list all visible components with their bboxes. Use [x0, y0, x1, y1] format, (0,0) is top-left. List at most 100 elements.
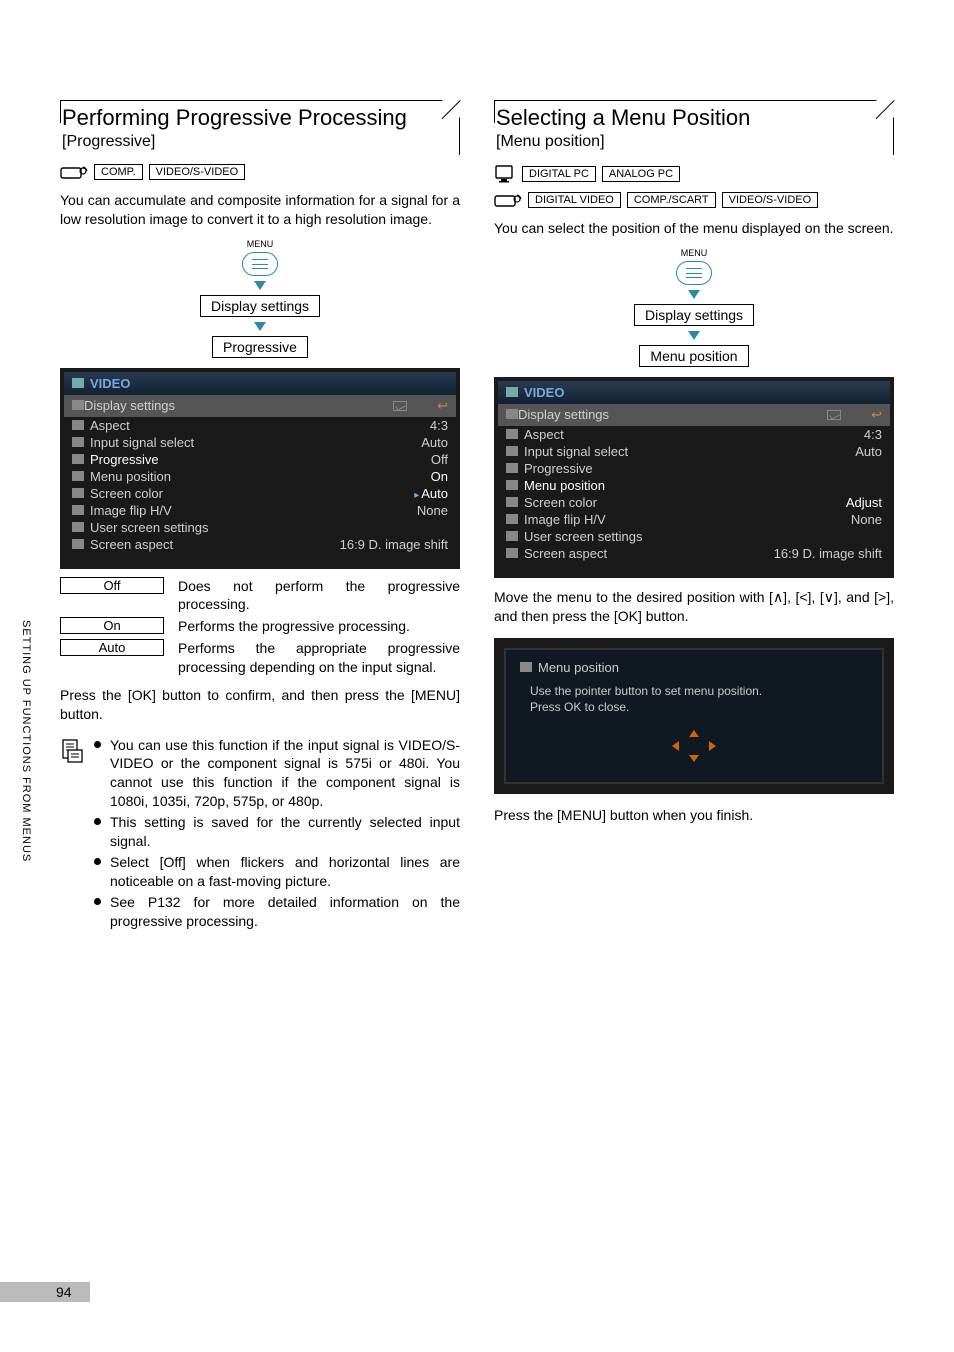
osd-row-label: Aspect	[72, 418, 130, 433]
osd-row-value: None	[417, 503, 448, 518]
info-note-item: You can use this function if the input s…	[94, 736, 460, 812]
tag-digital-video: DIGITAL VIDEO	[528, 192, 621, 208]
tag-video-svideo: VIDEO/S-VIDEO	[722, 192, 819, 208]
arrow-down-icon	[688, 331, 700, 340]
osd-row: Progressive Off	[64, 451, 456, 468]
option-row: OffDoes not perform the progressive proc…	[60, 577, 460, 613]
section-subtitle: [Menu position]	[494, 133, 893, 151]
osd-row-icon	[506, 446, 518, 456]
menu-button-label: MENU	[247, 239, 274, 249]
osd-row: Menu position	[498, 477, 890, 494]
option-label: On	[60, 617, 164, 634]
osd-adjust-panel: Menu position Use the pointer button to …	[494, 638, 894, 795]
osd-header: VIDEO	[64, 372, 456, 395]
info-note-item: This setting is saved for the currently …	[94, 813, 460, 851]
osd-row-label: Aspect	[506, 427, 564, 442]
osd-arrow-pad	[520, 730, 868, 762]
osd-row-label: Input signal select	[506, 444, 628, 459]
osd-row-value: Auto	[855, 444, 882, 459]
osd-section-label: Display settings	[84, 398, 175, 413]
osd-row-value: Auto	[414, 486, 448, 501]
osd-row: Screen aspect16:9 D. image shift	[498, 545, 890, 562]
osd-row-icon	[506, 463, 518, 473]
reset-icon	[393, 401, 407, 411]
arrow-down-icon	[688, 290, 700, 299]
osd-row-label: Progressive	[506, 461, 593, 476]
device-tag-row-top: DIGITAL PC ANALOG PC	[494, 163, 894, 185]
arrow-down-icon	[254, 281, 266, 290]
menu-button-label: MENU	[681, 248, 708, 258]
osd-row-label: Image flip H/V	[506, 512, 606, 527]
osd-section-row: Display settings ↩	[498, 404, 890, 426]
osd-section-label: Display settings	[518, 407, 609, 422]
section-header-left: Performing Progressive Processing [Progr…	[60, 100, 460, 155]
tag-video-svideo: VIDEO/S-VIDEO	[149, 164, 246, 180]
sidebar-section-label: SETTING UP FUNCTIONS FROM MENUS	[20, 620, 32, 862]
device-tag-row-bottom: DIGITAL VIDEO COMP./SCART VIDEO/S-VIDEO	[494, 191, 894, 209]
projector-icon	[60, 163, 88, 181]
osd-header-text: VIDEO	[524, 385, 564, 400]
back-icon: ↩	[871, 407, 882, 423]
osd-row-value: 16:9 D. image shift	[774, 546, 882, 561]
osd-row-value: Adjust	[846, 495, 882, 510]
back-icon: ↩	[437, 398, 448, 414]
option-description: Performs the progressive processing.	[178, 617, 460, 635]
osd-row-icon	[506, 480, 518, 490]
osd-row-label: User screen settings	[72, 520, 209, 535]
osd-row: Screen aspect16:9 D. image shift	[64, 536, 456, 553]
osd-row: Input signal select Auto	[498, 443, 890, 460]
osd-row-label: User screen settings	[506, 529, 643, 544]
tag-comp-scart: COMP./SCART	[627, 192, 716, 208]
osd-row: Input signal selectAuto	[64, 434, 456, 451]
menu-position-icon	[520, 662, 532, 672]
monitor-icon	[494, 163, 516, 185]
osd-row-value: Off	[431, 452, 448, 467]
osd-row-value: Auto	[421, 435, 448, 450]
osd-row-label: Progressive	[72, 452, 159, 467]
osd-row: User screen settings	[64, 519, 456, 536]
note-icon	[60, 736, 84, 933]
osd-row: Aspect4:3	[498, 426, 890, 443]
left-column: Performing Progressive Processing [Progr…	[60, 100, 460, 932]
osd-row: Progressive	[498, 460, 890, 477]
osd-adjust-title-row: Menu position	[520, 660, 868, 675]
arrow-down-icon	[689, 755, 699, 762]
osd-row: Image flip H/V None	[498, 511, 890, 528]
option-label: Auto	[60, 639, 164, 656]
osd-row-value: On	[431, 469, 448, 484]
osd-row-icon	[506, 531, 518, 541]
osd-adjust-line1: Use the pointer button to set menu posit…	[530, 683, 868, 700]
osd-header: VIDEO	[498, 381, 890, 404]
arrow-right-icon	[709, 741, 716, 751]
intro-paragraph: You can select the position of the menu …	[494, 219, 894, 238]
confirm-text: Press the [OK] button to confirm, and th…	[60, 686, 460, 724]
osd-adjust-title: Menu position	[538, 660, 619, 675]
option-row: On Performs the progressive processing.	[60, 617, 460, 635]
osd-row-value: 16:9 D. image shift	[340, 537, 448, 552]
section-title: Performing Progressive Processing	[60, 105, 459, 131]
osd-row-icon	[506, 497, 518, 507]
section-title: Selecting a Menu Position	[494, 105, 893, 131]
option-row: Auto Performs the appropriate progressive…	[60, 639, 460, 675]
tag-digital-pc: DIGITAL PC	[522, 166, 596, 182]
option-label: Off	[60, 577, 164, 594]
osd-row-icon	[72, 488, 84, 498]
tag-analog-pc: ANALOG PC	[602, 166, 680, 182]
osd-adjust-line2: Press OK to close.	[530, 699, 868, 716]
intro-paragraph: You can accumulate and composite informa…	[60, 191, 460, 229]
page-number-bar	[0, 1282, 90, 1302]
osd-row-icon	[72, 471, 84, 481]
info-note-box: You can use this function if the input s…	[60, 736, 460, 933]
osd-row-icon	[72, 454, 84, 464]
reset-icon	[827, 410, 841, 420]
osd-row-value: None	[851, 512, 882, 527]
osd-row-label: Menu position	[72, 469, 171, 484]
arrow-down-icon	[254, 322, 266, 331]
menu-button-icon	[242, 252, 278, 276]
right-column: Selecting a Menu Position [Menu position…	[494, 100, 894, 932]
info-note-item: See P132 for more detailed information o…	[94, 893, 460, 931]
option-description: Performs the appropriate progressive pro…	[178, 639, 460, 675]
device-tag-row: COMP. VIDEO/S-VIDEO	[60, 163, 460, 181]
osd-row: Aspect4:3	[64, 417, 456, 434]
osd-panel-right: VIDEO Display settings ↩ Aspect4:3Input …	[494, 377, 894, 578]
